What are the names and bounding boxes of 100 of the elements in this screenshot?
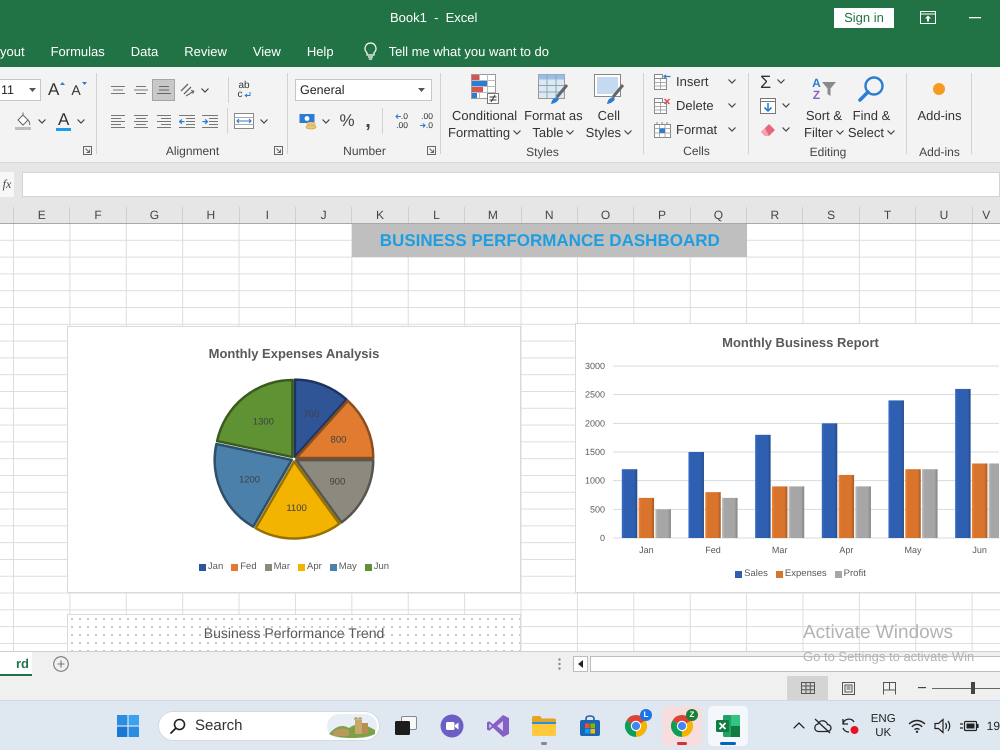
vertical-align-button[interactable] bbox=[152, 79, 175, 101]
cells-button[interactable]: Format bbox=[652, 118, 738, 141]
cloud-off-icon[interactable] bbox=[812, 718, 832, 734]
comma-style-button[interactable]: , bbox=[361, 110, 375, 132]
formula-input[interactable] bbox=[22, 172, 1000, 197]
sync-icon[interactable] bbox=[840, 716, 859, 734]
column-header[interactable]: K bbox=[352, 207, 409, 223]
tell-me-field[interactable]: Tell me what you want to do bbox=[388, 44, 589, 58]
taskbar-button[interactable]: L bbox=[616, 706, 656, 746]
data-label: 700 bbox=[304, 409, 320, 420]
caret-icon bbox=[201, 88, 209, 92]
normal-view-icon bbox=[800, 682, 814, 694]
windows-logo-icon[interactable] bbox=[117, 714, 139, 736]
minimize-icon[interactable] bbox=[969, 16, 981, 18]
splitter-dots-icon[interactable] bbox=[558, 658, 561, 670]
find-select-button[interactable]: Find & Select bbox=[846, 67, 896, 143]
align-left-icon bbox=[110, 114, 124, 128]
y-axis-label: 0 bbox=[600, 533, 605, 543]
arrow-right-icon bbox=[420, 123, 426, 128]
autosum-button[interactable]: Σ bbox=[758, 70, 798, 93]
column-header[interactable]: E bbox=[14, 207, 70, 223]
column-header[interactable]: T bbox=[860, 207, 916, 223]
dot-icon bbox=[933, 83, 946, 95]
banknote-coins-icon bbox=[299, 112, 318, 130]
increase-decimal-button[interactable]: .0 .00 bbox=[386, 110, 408, 132]
data-label: 1200 bbox=[238, 474, 260, 486]
running-indicator-icon bbox=[541, 742, 547, 744]
lightbulb-icon[interactable] bbox=[364, 42, 377, 60]
wrap-text-button[interactable]: ab c bbox=[233, 79, 255, 101]
sheet-tab[interactable]: rd bbox=[0, 652, 32, 676]
legend-label: Apr bbox=[307, 560, 322, 574]
column-header[interactable]: V bbox=[972, 207, 1000, 223]
taskbar-button[interactable]: Z bbox=[662, 706, 702, 746]
shrink-font-button[interactable]: A bbox=[71, 79, 87, 101]
format-cells-icon bbox=[654, 122, 671, 138]
cells-button[interactable]: Insert bbox=[652, 70, 738, 93]
search-input[interactable]: Search bbox=[195, 717, 285, 734]
grow-font-button[interactable]: A bbox=[48, 79, 66, 101]
scroll-left-button[interactable] bbox=[573, 656, 588, 672]
column-header[interactable]: J bbox=[296, 207, 352, 223]
dialog-launcher-icon[interactable] bbox=[83, 146, 92, 155]
add-ins-button[interactable]: Add-ins bbox=[916, 67, 963, 143]
column-header[interactable]: L bbox=[408, 207, 466, 223]
percent-style-button[interactable]: % bbox=[338, 110, 356, 132]
group-label: Cells bbox=[683, 143, 710, 160]
dashboard-title: BUSINESS PERFORMANCE DASHBOARD bbox=[352, 224, 748, 257]
ribbon-tab[interactable]: Data bbox=[130, 38, 158, 64]
align-bottom-icon bbox=[156, 86, 170, 94]
ribbon-display-icon[interactable] bbox=[920, 11, 936, 24]
column-header[interactable]: F bbox=[70, 207, 127, 223]
column-header[interactable]: G bbox=[126, 207, 184, 223]
sign-in-button[interactable]: Sign in bbox=[834, 8, 894, 28]
volume-icon[interactable] bbox=[934, 718, 952, 734]
column-header[interactable]: S bbox=[803, 207, 860, 223]
zoom-slider-thumb[interactable] bbox=[970, 682, 975, 694]
x-axis-label: Mar bbox=[772, 545, 788, 555]
column-header[interactable]: N bbox=[522, 207, 578, 223]
styles-button[interactable]: Format as Table bbox=[523, 67, 584, 143]
running-indicator-icon bbox=[720, 742, 736, 744]
dialog-launcher-icon[interactable] bbox=[274, 146, 283, 155]
language-indicator[interactable]: ENG UK bbox=[870, 712, 896, 740]
y-axis-label: 1000 bbox=[584, 476, 605, 486]
number-format-dropdown[interactable]: General bbox=[295, 79, 432, 101]
column-header[interactable]: R bbox=[747, 207, 804, 223]
column-header[interactable]: M bbox=[465, 207, 522, 223]
new-sheet-icon[interactable] bbox=[53, 656, 69, 672]
function-label[interactable]: fx bbox=[0, 172, 14, 197]
table-brush-icon bbox=[537, 73, 570, 105]
view-button[interactable] bbox=[787, 676, 828, 700]
column-header[interactable]: U bbox=[916, 207, 973, 223]
column-header[interactable]: O bbox=[578, 207, 634, 223]
column-header[interactable]: I bbox=[240, 207, 296, 223]
column-header[interactable]: H bbox=[183, 207, 240, 223]
battery-icon[interactable] bbox=[960, 720, 979, 732]
clock-time[interactable]: 19 bbox=[986, 718, 1000, 732]
fill-color-button[interactable] bbox=[12, 110, 48, 132]
chart-title: Monthly Expenses Analysis bbox=[208, 345, 380, 363]
delete-cells-icon bbox=[654, 98, 671, 114]
column-header[interactable]: P bbox=[634, 207, 691, 223]
ribbon-tab[interactable]: Formulas bbox=[50, 38, 105, 64]
ribbon-tab[interactable]: yout bbox=[0, 38, 25, 64]
font-color-button[interactable]: A bbox=[54, 110, 88, 132]
ribbon-tab[interactable]: View bbox=[252, 38, 281, 64]
styles-button[interactable]: Conditional Formatting bbox=[447, 67, 522, 143]
styles-button[interactable]: Cell Styles bbox=[584, 67, 634, 143]
y-axis-label: 1500 bbox=[584, 447, 605, 457]
wifi-icon[interactable] bbox=[908, 718, 926, 732]
chevron-up-icon[interactable] bbox=[792, 722, 805, 729]
decrease-decimal-button[interactable]: .00 .0 bbox=[411, 110, 433, 132]
arrow-left-icon bbox=[394, 114, 401, 119]
cells-button[interactable]: Delete bbox=[652, 94, 738, 117]
sort-filter-button[interactable]: A Z Sort & Filter bbox=[803, 67, 845, 143]
dialog-launcher-icon[interactable] bbox=[427, 146, 436, 155]
data-label: 900 bbox=[329, 476, 346, 488]
font-size-field[interactable]: 11 bbox=[0, 79, 41, 101]
search-box[interactable]: Search bbox=[158, 710, 380, 740]
column-header[interactable]: Q bbox=[690, 207, 748, 223]
merge-center-button[interactable] bbox=[232, 110, 270, 132]
ribbon-tab[interactable]: Review bbox=[184, 38, 227, 64]
ribbon-tab[interactable]: Help bbox=[306, 38, 334, 64]
